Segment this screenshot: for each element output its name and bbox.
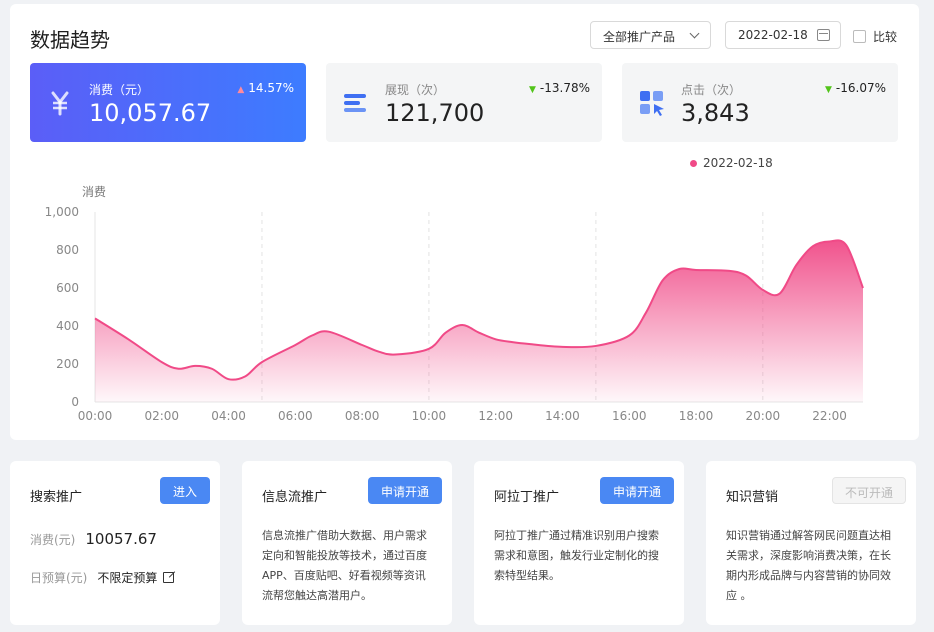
apply-button[interactable]: 申请开通: [368, 477, 442, 504]
x-tick-label: 22:00: [812, 409, 847, 423]
unavailable-button[interactable]: 不可开通: [832, 477, 906, 504]
enter-button[interactable]: 进入: [160, 477, 210, 504]
card-title: 知识营销: [726, 490, 779, 505]
card-description: 知识营销通过解答网民问题直达相关需求，深度影响消费决策，在长期内形成品牌与内容营…: [726, 529, 891, 602]
y-tick-label: 1,000: [45, 205, 79, 219]
apply-button[interactable]: 申请开通: [600, 477, 674, 504]
area-fill: [95, 240, 863, 402]
card-title: 搜索推广: [30, 490, 83, 505]
x-tick-label: 04:00: [211, 409, 246, 423]
budget-row: 日预算(元) 不限定预算: [30, 569, 175, 586]
card-feed-ads: 信息流推广 申请开通 信息流推广借助大数据、用户需求定向和智能投放等技术，通过百…: [242, 461, 452, 625]
x-tick-label: 16:00: [612, 409, 647, 423]
card-title: 信息流推广: [262, 490, 328, 505]
trend-panel: 数据趋势 全部推广产品 2022-02-18 比较 消费（元） 10,057.6…: [10, 4, 919, 440]
x-tick-label: 12:00: [478, 409, 513, 423]
y-tick-label: 800: [56, 243, 79, 257]
budget-value: 不限定预算: [97, 571, 158, 585]
trend-chart: 消费 0 200 400 600 800 1,000 00:00 02:00 04:00 06:…: [45, 185, 864, 423]
card-title: 阿拉丁推广: [494, 490, 560, 505]
edit-icon[interactable]: [163, 572, 175, 583]
spend-label: 消费(元): [30, 532, 76, 547]
spend-value: 10057.67: [85, 530, 157, 548]
spend-row: 消费(元) 10057.67: [30, 530, 157, 548]
card-description: 信息流推广借助大数据、用户需求定向和智能投放等技术，通过百度APP、百度贴吧、好…: [262, 529, 427, 602]
x-tick-label: 02:00: [144, 409, 179, 423]
card-aladdin-ads: 阿拉丁推广 申请开通 阿拉丁推广通过精准识别用户搜索需求和意图，触发行业定制化的…: [474, 461, 684, 625]
card-description: 阿拉丁推广通过精准识别用户搜索需求和意图，触发行业定制化的搜索特型结果。: [494, 529, 659, 582]
y-tick-label: 0: [71, 395, 79, 409]
x-tick-label: 08:00: [345, 409, 380, 423]
budget-label: 日预算(元): [30, 571, 88, 585]
card-knowledge-marketing: 知识营销 不可开通 知识营销通过解答网民问题直达相关需求，深度影响消费决策，在长…: [706, 461, 916, 625]
x-tick-label: 06:00: [278, 409, 313, 423]
card-search-ads: 搜索推广 进入 消费(元) 10057.67 日预算(元) 不限定预算: [10, 461, 220, 625]
y-tick-label: 200: [56, 357, 79, 371]
x-tick-label: 00:00: [78, 409, 113, 423]
y-axis-label: 消费: [82, 185, 106, 199]
x-tick-label: 18:00: [679, 409, 714, 423]
y-tick-label: 600: [56, 281, 79, 295]
x-tick-label: 10:00: [412, 409, 447, 423]
x-tick-label: 14:00: [545, 409, 580, 423]
y-tick-label: 400: [56, 319, 79, 333]
x-tick-label: 20:00: [746, 409, 781, 423]
